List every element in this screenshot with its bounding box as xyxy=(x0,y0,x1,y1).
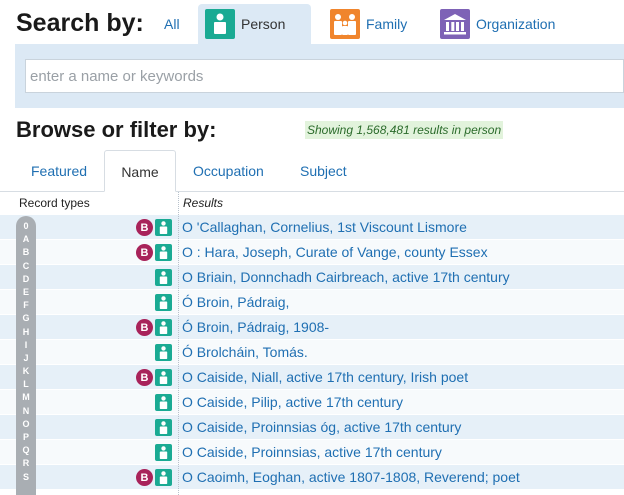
alphabet-letter[interactable]: B xyxy=(23,246,30,259)
person-record-icon xyxy=(155,469,172,486)
tab-subject[interactable]: Subject xyxy=(300,150,347,192)
tab-family[interactable]: Family xyxy=(330,4,407,44)
alphabet-letter[interactable]: C xyxy=(23,260,30,273)
person-record-icon xyxy=(155,444,172,461)
alphabet-letter[interactable]: L xyxy=(23,378,29,391)
tab-occupation[interactable]: Occupation xyxy=(193,150,264,192)
result-link[interactable]: O Briain, Donnchadh Cairbreach, active 1… xyxy=(182,269,510,285)
record-type-badges: B xyxy=(136,244,172,261)
record-types-header: Record types xyxy=(19,196,90,210)
table-row: B O : Hara, Joseph, Curate of Vange, coun… xyxy=(0,240,624,265)
person-record-icon xyxy=(155,269,172,286)
table-row: O Caiside, Proinnsias, active 17th centu… xyxy=(0,440,624,465)
record-type-badges xyxy=(155,344,172,361)
search-title: Search by: xyxy=(16,9,144,37)
alphabet-letter[interactable]: P xyxy=(23,431,29,444)
person-record-icon xyxy=(155,344,172,361)
alphabet-letter[interactable]: J xyxy=(23,352,28,365)
alphabet-letter[interactable]: M xyxy=(22,391,30,404)
result-link[interactable]: O 'Callaghan, Cornelius, 1st Viscount Li… xyxy=(182,219,467,235)
column-divider xyxy=(178,192,179,495)
result-link[interactable]: O Caiside, Proinnsias, active 17th centu… xyxy=(182,444,442,460)
person-record-icon xyxy=(155,319,172,336)
result-link[interactable]: O Caiside, Proinnsias óg, active 17th ce… xyxy=(182,419,461,435)
record-type-badges xyxy=(155,294,172,311)
person-record-icon xyxy=(155,369,172,386)
results-list: B O 'Callaghan, Cornelius, 1st Viscount L… xyxy=(0,215,624,490)
person-record-icon xyxy=(155,244,172,261)
result-link[interactable]: O Caiside, Pilip, active 17th century xyxy=(182,394,403,410)
browse-tabs: Featured Name Occupation Subject xyxy=(0,150,624,192)
tab-name[interactable]: Name xyxy=(104,150,176,192)
search-input[interactable] xyxy=(25,59,624,93)
alphabet-letter[interactable]: F xyxy=(23,299,29,312)
table-row: Ó Brolcháin, Tomás. xyxy=(0,340,624,365)
record-type-badges: B xyxy=(136,219,172,236)
record-type-badges: B xyxy=(136,319,172,336)
alphabet-letter[interactable]: G xyxy=(22,312,29,325)
alphabet-letter[interactable]: 0 xyxy=(23,220,28,233)
record-type-badges xyxy=(155,394,172,411)
result-link[interactable]: Ó Brolcháin, Tomás. xyxy=(182,344,308,360)
search-header: Search by: All Person Family Organizatio… xyxy=(0,0,624,44)
record-type-badges xyxy=(155,269,172,286)
results-count: Showing 1,568,481 results in person xyxy=(305,121,504,139)
alphabet-letter[interactable]: S xyxy=(23,471,29,484)
tab-family-label: Family xyxy=(366,16,408,32)
search-panel xyxy=(15,44,624,108)
person-record-icon xyxy=(155,419,172,436)
table-row: B O Caoimh, Eoghan, active 1807-1808, Rev… xyxy=(0,465,624,490)
tab-person[interactable]: Person xyxy=(198,4,311,44)
biography-badge-icon: B xyxy=(136,219,153,236)
alphabet-letter[interactable]: I xyxy=(25,339,28,352)
biography-badge-icon: B xyxy=(136,469,153,486)
alphabet-letter[interactable]: N xyxy=(23,405,30,418)
biography-badge-icon: B xyxy=(136,319,153,336)
person-record-icon xyxy=(155,294,172,311)
tab-organization-label: Organization xyxy=(476,16,556,32)
alphabet-letter[interactable]: K xyxy=(23,365,30,378)
alphabet-letter[interactable]: D xyxy=(23,273,30,286)
browse-title: Browse or filter by: xyxy=(16,117,217,142)
biography-badge-icon: B xyxy=(136,369,153,386)
table-row: O Caiside, Proinnsias óg, active 17th ce… xyxy=(0,415,624,440)
alphabet-letter[interactable]: A xyxy=(23,233,30,246)
tab-all-label: All xyxy=(164,16,180,32)
tab-organization[interactable]: Organization xyxy=(440,4,555,44)
biography-badge-icon: B xyxy=(136,244,153,261)
record-type-badges: B xyxy=(136,369,172,386)
alphabet-scrollbar[interactable]: 0ABCDEFGHIJKLMNOPQRS xyxy=(16,216,36,495)
alphabet-letter[interactable]: R xyxy=(23,457,30,470)
alphabet-letter[interactable]: Q xyxy=(22,444,29,457)
result-link[interactable]: Ó Broin, Pádraig, xyxy=(182,294,289,310)
result-link[interactable]: O Caiside, Niall, active 17th century, I… xyxy=(182,369,468,385)
tab-person-label: Person xyxy=(241,16,286,32)
table-row: Ó Broin, Pádraig, xyxy=(0,290,624,315)
table-row: B O 'Callaghan, Cornelius, 1st Viscount L… xyxy=(0,215,624,240)
family-icon xyxy=(330,9,360,39)
person-record-icon xyxy=(155,219,172,236)
record-type-badges xyxy=(155,419,172,436)
person-icon xyxy=(205,9,235,39)
alphabet-letter[interactable]: E xyxy=(23,286,29,299)
record-type-badges xyxy=(155,444,172,461)
result-link[interactable]: O Caoimh, Eoghan, active 1807-1808, Reve… xyxy=(182,469,520,485)
results-header: Results xyxy=(183,196,224,210)
tab-all[interactable]: All xyxy=(164,4,180,44)
organization-icon xyxy=(440,9,470,39)
result-link[interactable]: Ó Broin, Pádraig, 1908- xyxy=(182,319,329,335)
alphabet-letter[interactable]: H xyxy=(23,326,30,339)
tab-featured[interactable]: Featured xyxy=(31,150,87,192)
table-row: O Briain, Donnchadh Cairbreach, active 1… xyxy=(0,265,624,290)
table-row: B O Caiside, Niall, active 17th century, … xyxy=(0,365,624,390)
alphabet-letter[interactable]: O xyxy=(22,418,29,431)
person-record-icon xyxy=(155,394,172,411)
table-row: O Caiside, Pilip, active 17th century xyxy=(0,390,624,415)
record-type-badges: B xyxy=(136,469,172,486)
table-row: B Ó Broin, Pádraig, 1908- xyxy=(0,315,624,340)
result-link[interactable]: O : Hara, Joseph, Curate of Vange, count… xyxy=(182,244,488,260)
